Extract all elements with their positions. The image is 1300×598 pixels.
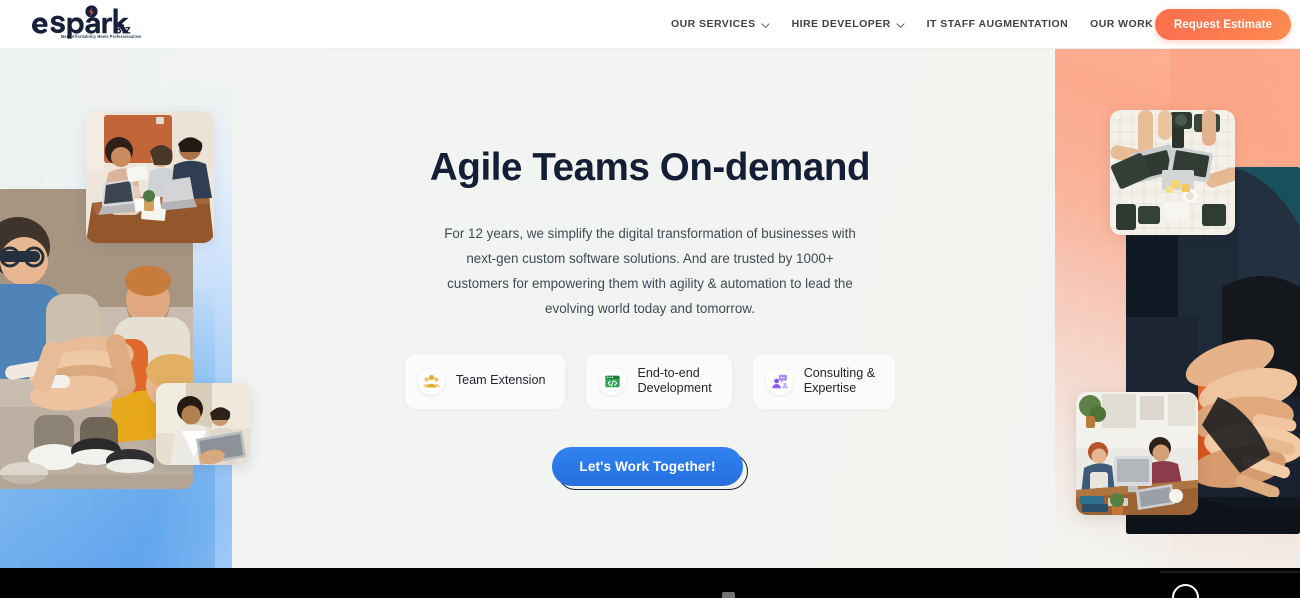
request-estimate-button[interactable]: Request Estimate: [1154, 9, 1291, 40]
nav-item-hire-developer[interactable]: HIRE DEVELOPER: [781, 0, 916, 49]
bottom-black-bar: [0, 568, 1300, 598]
page-root: Biz More Affordability Meets Professiona…: [0, 0, 1300, 598]
lets-work-together-cta-wrapper: Let's Work Together!: [552, 446, 748, 490]
nav-item-label: HIRE DEVELOPER: [791, 18, 891, 30]
brand-tagline: More Affordability Meets Professionalism: [61, 34, 142, 39]
hero-section: Agile Teams On-demand For 12 years, we s…: [0, 49, 1300, 568]
consulting-person-icon: [765, 367, 793, 395]
feature-card-label: Team Extension: [455, 373, 546, 388]
feature-card-end-to-end-development[interactable]: End-to-end Development: [586, 353, 732, 409]
hero-description: For 12 years, we simplify the digital tr…: [444, 226, 856, 316]
chevron-down-icon: [760, 21, 770, 30]
desk-top-down-workspace-photo: [1110, 110, 1235, 235]
team-group-icon: [417, 367, 445, 395]
woman-with-laptop-photo: [156, 383, 250, 465]
chevron-down-icon: [896, 21, 905, 30]
bottom-circular-badge-icon[interactable]: [1172, 584, 1199, 598]
feature-card-team-extension[interactable]: Team Extension: [404, 353, 566, 409]
page-title: Agile Teams On-demand: [429, 146, 871, 189]
team-meeting-room-photo: [86, 111, 214, 243]
nav-item-label: OUR WORK: [1090, 18, 1154, 30]
feature-card-consulting-expertise[interactable]: Consulting & Expertise: [752, 353, 896, 409]
bottom-partial-glyph: [722, 592, 735, 598]
nav-item-our-work[interactable]: OUR WORK: [1079, 0, 1164, 49]
code-window-icon: [599, 367, 627, 395]
bottom-bar-strip: [1160, 571, 1300, 573]
feature-card-label: Consulting & Expertise: [803, 365, 876, 396]
lets-work-together-button[interactable]: Let's Work Together!: [552, 446, 743, 486]
office-coworkers-photo: [1076, 392, 1198, 515]
nav-item-it-staff-augmentation[interactable]: IT STAFF AUGMENTATION: [916, 0, 1079, 49]
nav-item-label: IT STAFF AUGMENTATION: [926, 18, 1069, 30]
hero-feature-cards: Team Extension End-to-end Development Co…: [404, 353, 896, 409]
nav-item-label: OUR SERVICES: [671, 18, 756, 30]
brand-logo[interactable]: Biz More Affordability Meets Professiona…: [29, 5, 142, 43]
feature-card-label: End-to-end Development: [637, 365, 712, 396]
nav-item-our-services[interactable]: OUR SERVICES: [660, 0, 781, 49]
top-navigation-bar: Biz More Affordability Meets Professiona…: [0, 0, 1300, 49]
